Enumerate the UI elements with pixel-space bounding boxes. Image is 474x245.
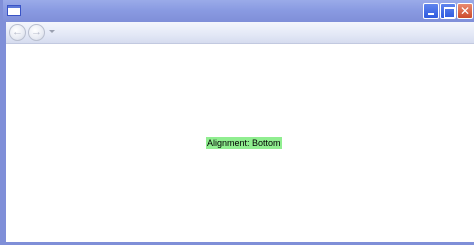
history-dropdown-chevron-icon[interactable] (49, 30, 55, 33)
window-icon[interactable] (7, 5, 21, 16)
alignment-label: Alignment: Bottom (206, 137, 282, 149)
minimize-button[interactable] (423, 3, 439, 19)
application-window: ✕ ← → Alignment: Bottom (0, 0, 474, 245)
forward-arrow-icon: → (31, 26, 42, 38)
close-button[interactable]: ✕ (457, 3, 473, 19)
back-button[interactable]: ← (9, 24, 26, 41)
maximize-button[interactable] (440, 3, 456, 19)
navigation-bar: ← → (6, 22, 474, 44)
title-bar[interactable]: ✕ (3, 0, 474, 22)
close-icon: ✕ (459, 4, 471, 18)
page-content: Alignment: Bottom (6, 44, 474, 242)
back-arrow-icon: ← (12, 26, 23, 38)
forward-button[interactable]: → (28, 24, 45, 41)
